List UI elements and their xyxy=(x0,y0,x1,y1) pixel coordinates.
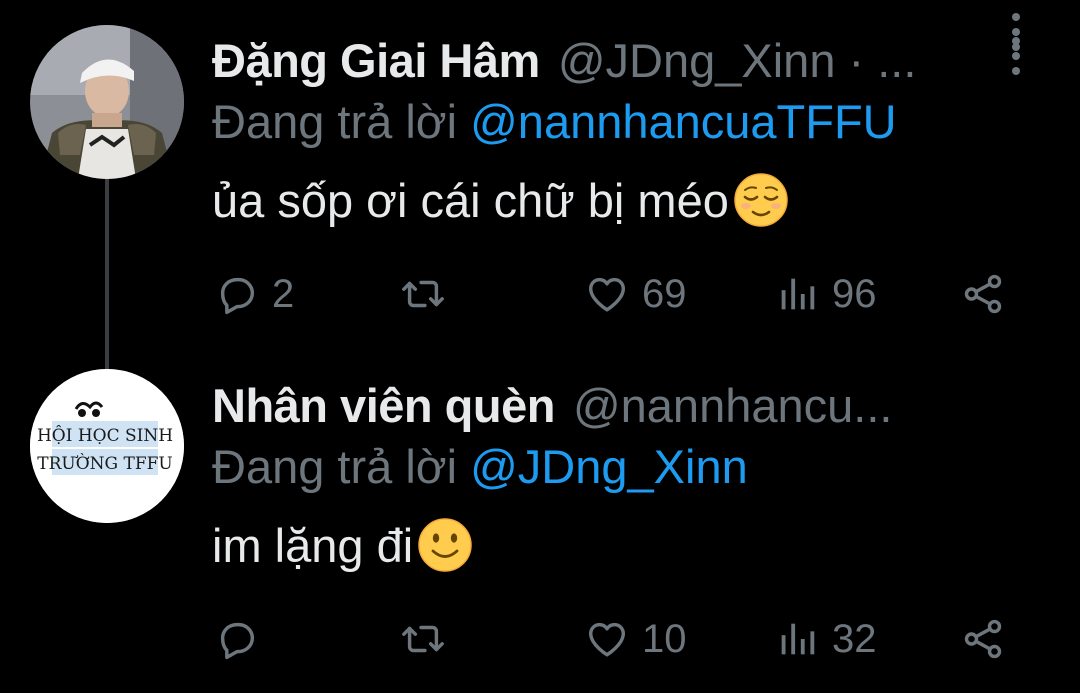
reply-button[interactable]: 2 xyxy=(214,264,294,324)
views-count: 96 xyxy=(832,271,877,316)
user-handle[interactable]: @nannhancu... xyxy=(573,378,893,433)
more-options-button[interactable] xyxy=(1004,0,1028,64)
relieved-face-icon xyxy=(734,173,788,227)
tweet-actions: 10 32 xyxy=(212,609,1012,669)
user-handle[interactable]: @JDng_Xinn · ... xyxy=(558,33,917,88)
avatar[interactable] xyxy=(30,25,184,179)
avatar-logo: HỘI HỌC SINH TRƯỜNG TFFU xyxy=(30,369,184,523)
reply-button[interactable] xyxy=(214,609,272,669)
reply-mention-link[interactable]: @nannhancuaTFFU xyxy=(470,95,897,148)
reply-count: 2 xyxy=(272,271,295,316)
replying-to-label: Đang trả lời xyxy=(212,440,471,493)
share-button[interactable] xyxy=(960,264,1006,324)
like-count: 10 xyxy=(642,616,687,661)
tweet-text-content: im lặng đi xyxy=(212,518,414,572)
retweet-icon xyxy=(402,625,444,653)
more-dot-icon xyxy=(1012,43,1020,51)
tweet[interactable]: HỘI HỌC SINH TRƯỜNG TFFU Nhân viên quèn … xyxy=(0,345,1080,693)
heart-icon xyxy=(588,622,626,657)
retweet-button[interactable] xyxy=(398,264,460,324)
retweet-icon xyxy=(402,280,444,308)
views-icon xyxy=(781,278,815,310)
retweet-button[interactable] xyxy=(398,609,460,669)
views-button[interactable]: 32 xyxy=(774,609,877,669)
tweet-header: Đặng Giai Hâm @JDng_Xinn · ... xyxy=(212,28,980,92)
tweet-text: ủa sốp ơi cái chữ bị méo xyxy=(212,172,789,228)
views-count: 32 xyxy=(832,616,877,661)
display-name[interactable]: Đặng Giai Hâm xyxy=(212,33,540,88)
tweet-thread: Đặng Giai Hâm @JDng_Xinn · ... Đang trả … xyxy=(0,0,1080,693)
more-dot-icon xyxy=(1012,28,1020,36)
reply-icon xyxy=(220,277,255,315)
avatar-text-line1: HỘI HỌC SINH xyxy=(37,426,173,446)
more-dot-icon xyxy=(1012,13,1020,21)
tweet-header: Nhân viên quèn @nannhancu... xyxy=(212,373,980,437)
reply-mention-link[interactable]: @JDng_Xinn xyxy=(470,440,748,493)
avatar-photo xyxy=(30,25,184,179)
tweet-text-content: ủa sốp ơi cái chữ bị méo xyxy=(212,173,729,227)
slightly-smiling-face-icon xyxy=(418,518,472,572)
like-button[interactable]: 69 xyxy=(584,264,687,324)
avatar-text-line2: TRƯỜNG TFFU xyxy=(37,453,173,474)
replying-to-line: Đang trả lời @JDng_Xinn xyxy=(212,439,748,494)
heart-icon xyxy=(588,277,626,312)
tweet[interactable]: Đặng Giai Hâm @JDng_Xinn · ... Đang trả … xyxy=(0,0,1080,345)
replying-to-line: Đang trả lời @nannhancuaTFFU xyxy=(212,94,897,149)
share-icon xyxy=(964,274,1002,314)
views-icon xyxy=(781,623,815,655)
like-button[interactable]: 10 xyxy=(584,609,687,669)
avatar[interactable]: HỘI HỌC SINH TRƯỜNG TFFU xyxy=(30,369,184,523)
display-name[interactable]: Nhân viên quèn xyxy=(212,378,555,433)
views-button[interactable]: 96 xyxy=(774,264,877,324)
replying-to-label: Đang trả lời xyxy=(212,95,471,148)
reply-icon xyxy=(220,622,255,660)
tweet-text: im lặng đi xyxy=(212,517,473,573)
tweet-actions: 2 69 96 xyxy=(212,264,1012,324)
share-button[interactable] xyxy=(960,609,1006,669)
share-icon xyxy=(964,619,1002,659)
more-dot-icon xyxy=(1012,67,1020,75)
like-count: 69 xyxy=(642,271,687,316)
